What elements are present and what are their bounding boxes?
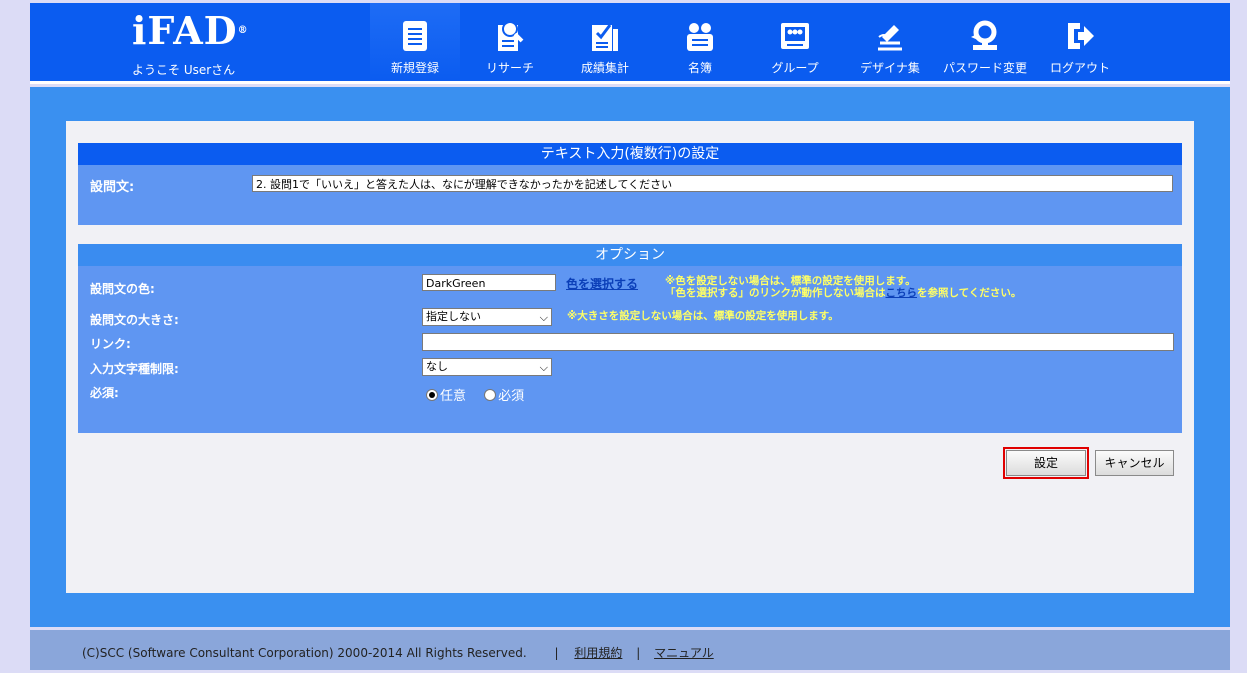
nav-grade-summary[interactable]: 成績集計 (560, 3, 650, 81)
key-icon (971, 20, 997, 50)
question-panel: テキスト入力(複数行)の設定 設問文: 2. 設問1で「いいえ」と答えた人は、な… (78, 143, 1182, 225)
nav-new-registration[interactable]: 新規登録 (370, 3, 460, 81)
copyright-text: (C)SCC (Software Consultant Corporation)… (82, 646, 527, 660)
here-link[interactable]: こちら (886, 287, 918, 299)
link-label: リンク: (90, 337, 131, 351)
radio-optional[interactable]: 任意 (426, 389, 466, 404)
options-panel-title: オプション (78, 244, 1182, 266)
required-label: 必須: (90, 386, 119, 400)
chevron-down-icon: ⌵ (539, 361, 548, 374)
size-note: ※大きさを設定しない場合は、標準の設定を使用します。 (567, 310, 839, 322)
nav-logout[interactable]: ログアウト (1035, 3, 1125, 81)
welcome-text: ようこそ Userさん (132, 63, 236, 77)
nav-password-change[interactable]: パスワード変更 (940, 3, 1030, 81)
question-text-input[interactable]: 2. 設問1で「いいえ」と答えた人は、なにが理解できなかったかを記述してください (252, 175, 1173, 192)
nav-group[interactable]: グループ (750, 3, 840, 81)
document-icon (403, 21, 427, 51)
color-input[interactable]: DarkGreen (422, 274, 556, 291)
link-input[interactable] (422, 333, 1174, 351)
question-panel-title: テキスト入力(複数行)の設定 (78, 143, 1182, 165)
main-content-area: テキスト入力(複数行)の設定 設問文: 2. 設問1で「いいえ」と答えた人は、な… (30, 87, 1230, 627)
input-type-select[interactable]: なし ⌵ (422, 358, 552, 376)
footer: (C)SCC (Software Consultant Corporation)… (30, 630, 1230, 670)
designer-icon (878, 25, 902, 51)
input-type-label: 入力文字種制限: (90, 362, 179, 376)
radio-required[interactable]: 必須 (484, 389, 524, 404)
app-window: iFAD® ようこそ Userさん 新規登録 リサーチ 成績集計 名簿 グループ (30, 3, 1230, 670)
save-button[interactable]: 設定 (1003, 447, 1089, 479)
research-icon (498, 21, 524, 51)
size-label: 設問文の大きさ: (90, 313, 179, 327)
required-radio-group: 任意 必須 (426, 385, 524, 404)
logo: iFAD® (132, 8, 249, 53)
color-note: ※色を設定しない場合は、標準の設定を使用します。 「色を選択する」のリンクが動作… (665, 275, 1022, 299)
cancel-button[interactable]: キャンセル (1095, 450, 1174, 476)
logout-icon (1068, 23, 1094, 49)
size-select[interactable]: 指定しない ⌵ (422, 308, 552, 326)
choose-color-link[interactable]: 色を選択する (566, 275, 638, 292)
nav-research[interactable]: リサーチ (465, 3, 555, 81)
color-label: 設問文の色: (90, 282, 155, 296)
nav-roster[interactable]: 名簿 (655, 3, 745, 81)
settings-card: テキスト入力(複数行)の設定 設問文: 2. 設問1で「いいえ」と答えた人は、な… (66, 121, 1194, 593)
manual-link[interactable]: マニュアル (654, 646, 714, 660)
chevron-down-icon: ⌵ (539, 311, 548, 324)
header-bar: iFAD® ようこそ Userさん 新規登録 リサーチ 成績集計 名簿 グループ (30, 3, 1230, 84)
question-text-label: 設問文: (90, 180, 135, 195)
options-panel: オプション 設問文の色: DarkGreen 色を選択する ※色を設定しない場合… (78, 244, 1182, 433)
checklist-icon (592, 24, 618, 51)
nav-designer[interactable]: デザイナ集 (845, 3, 935, 81)
group-icon (781, 23, 809, 49)
people-icon (687, 23, 713, 51)
terms-link[interactable]: 利用規約 (574, 646, 622, 660)
